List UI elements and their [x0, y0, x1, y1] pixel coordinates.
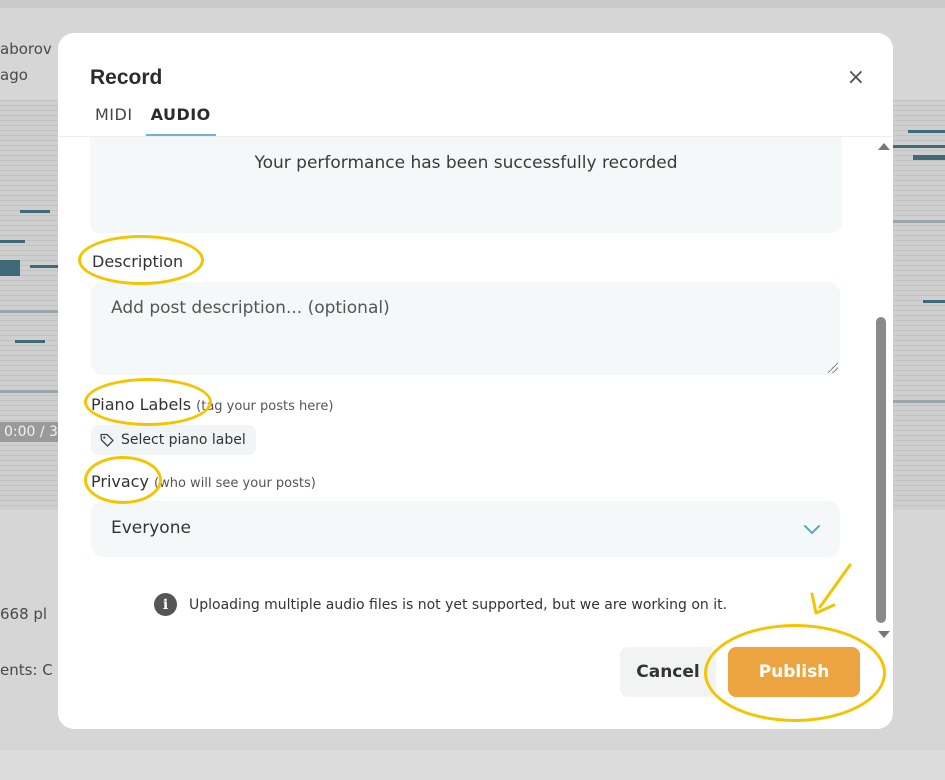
- success-message: Your performance has been successfully r…: [254, 153, 678, 173]
- chevron-down-icon: [804, 525, 820, 534]
- scroll-up-arrow-icon[interactable]: [878, 143, 890, 150]
- info-notice: i Uploading multiple audio files is not …: [154, 593, 727, 616]
- modal-header: Record × MIDI AUDIO: [58, 33, 893, 137]
- select-piano-label-text: Select piano label: [121, 432, 246, 448]
- info-icon: i: [154, 593, 177, 616]
- info-text: Uploading multiple audio files is not ye…: [189, 596, 728, 613]
- background-top-bar: [0, 0, 945, 8]
- modal-title: Record: [90, 66, 163, 89]
- tab-audio[interactable]: AUDIO: [145, 105, 216, 136]
- tab-midi[interactable]: MIDI: [90, 105, 138, 136]
- background-piano-roll-left: [0, 100, 60, 510]
- tag-icon: [100, 433, 114, 447]
- close-icon[interactable]: ×: [847, 67, 865, 89]
- record-tabs: MIDI AUDIO: [90, 105, 224, 136]
- record-modal: Record × MIDI AUDIO Your performance has…: [58, 33, 893, 729]
- description-input[interactable]: [91, 282, 840, 375]
- background-time-ago: ago: [0, 66, 28, 84]
- background-time-display: 0:00 / 3: [0, 422, 62, 442]
- privacy-select[interactable]: Everyone: [91, 501, 840, 557]
- privacy-title: Privacy: [91, 472, 149, 491]
- resize-handle[interactable]: [828, 363, 838, 373]
- scroll-down-arrow-icon[interactable]: [878, 631, 890, 638]
- cancel-button[interactable]: Cancel: [620, 647, 716, 697]
- background-comments-count: ents: C: [0, 661, 53, 679]
- select-piano-label-button[interactable]: Select piano label: [91, 425, 256, 455]
- modal-body: Your performance has been successfully r…: [58, 137, 873, 642]
- piano-labels-label: Piano Labels (tag your posts here): [91, 395, 333, 414]
- privacy-hint: (who will see your posts): [154, 476, 316, 491]
- privacy-label: Privacy (who will see your posts): [91, 472, 316, 491]
- description-label: Description: [92, 252, 184, 271]
- privacy-selected-value: Everyone: [111, 518, 191, 538]
- scrollbar-thumb[interactable]: [876, 317, 886, 623]
- modal-scrollbar[interactable]: [873, 137, 893, 642]
- background-piano-roll-right: [893, 100, 945, 510]
- background-plays-count: 668 pl: [0, 605, 48, 623]
- piano-labels-hint: (tag your posts here): [196, 399, 334, 414]
- background-user-name: aborov: [0, 40, 52, 58]
- publish-button[interactable]: Publish: [728, 647, 860, 697]
- background-bottom-bar: [0, 750, 945, 780]
- success-message-box: Your performance has been successfully r…: [90, 137, 842, 233]
- piano-labels-title: Piano Labels: [91, 395, 192, 414]
